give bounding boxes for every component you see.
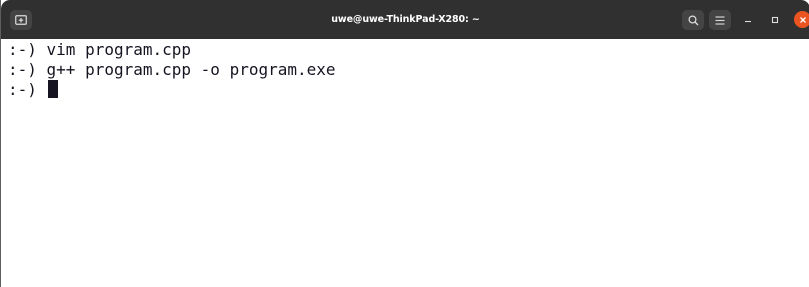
search-icon: [687, 14, 698, 25]
prompt: :-): [8, 40, 37, 59]
terminal-line: :-) g++ program.cpp -o program.exe: [8, 60, 809, 79]
terminal-output[interactable]: :-) vim program.cpp :-) g++ program.cpp …: [8, 39, 809, 287]
command-text: vim program.cpp: [36, 40, 192, 59]
command-text: g++ program.cpp -o program.exe: [36, 60, 336, 79]
minimize-button[interactable]: [739, 11, 757, 29]
minimize-icon: [745, 20, 751, 23]
title-bar[interactable]: uwe@uwe-ThinkPad-X280: ~: [1, 0, 809, 39]
search-button[interactable]: [682, 10, 704, 30]
text-cursor: [47, 80, 58, 98]
prompt: :-): [8, 60, 37, 79]
window-left-padding: [1, 39, 8, 287]
close-icon: [799, 16, 806, 23]
close-button[interactable]: [794, 11, 809, 28]
hamburger-menu-icon: [715, 15, 725, 25]
maximize-button[interactable]: [766, 11, 784, 29]
maximize-icon: [771, 16, 779, 24]
terminal-window: uwe@uwe-ThinkPad-X280: ~:-) vim program…: [0, 0, 809, 287]
terminal-line: :-): [8, 80, 809, 99]
prompt: :-): [8, 80, 37, 99]
menu-button[interactable]: [709, 10, 731, 30]
terminal-line: :-) vim program.cpp: [8, 40, 809, 59]
command-text: [37, 80, 47, 99]
